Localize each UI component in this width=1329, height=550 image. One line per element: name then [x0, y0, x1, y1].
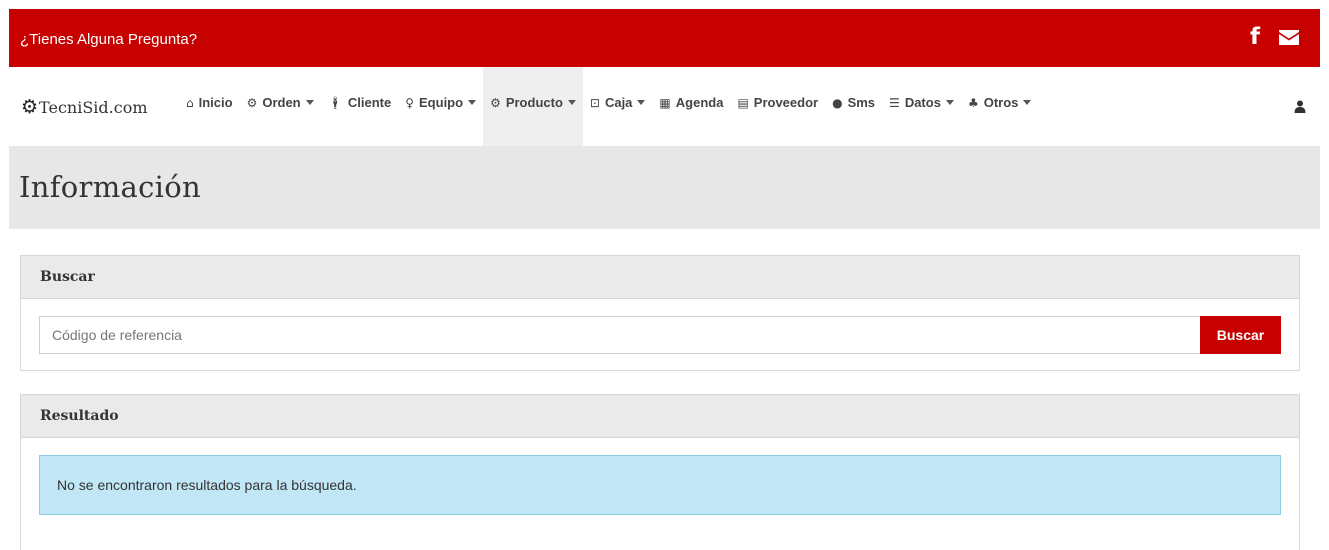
- nav-item-caja[interactable]: ⊡ Caja: [583, 67, 653, 146]
- nav-item-label: Otros: [983, 95, 1019, 110]
- list-icon: ☰: [889, 95, 900, 110]
- lightbulb-icon: ♀: [405, 95, 415, 110]
- result-panel-heading: Resultado: [21, 395, 1299, 438]
- building-icon: ▤: [737, 95, 749, 110]
- caret-down-icon: [945, 100, 954, 105]
- caret-down-icon: [1023, 100, 1032, 105]
- caret-down-icon: [305, 100, 314, 105]
- nav-item-label: Agenda: [675, 95, 724, 110]
- cog-icon: ⚙: [21, 96, 39, 118]
- nav-item-orden[interactable]: ⚙ Orden: [240, 67, 321, 146]
- nav-item-sms[interactable]: ● Sms: [825, 67, 882, 146]
- facebook-icon[interactable]: f: [1250, 25, 1260, 49]
- no-results-alert: No se encontraron resultados para la bús…: [39, 455, 1281, 515]
- nav-item-otros[interactable]: ♣ Otros: [961, 67, 1038, 146]
- search-form: Buscar: [39, 316, 1281, 354]
- nav-item-label: Caja: [604, 95, 633, 110]
- main-navbar: ⚙ TecniSid.com ⌂ Inicio ⚙ Orden 🕴︎ Clien…: [9, 67, 1320, 146]
- money-icon: ⊡: [589, 95, 600, 110]
- cogs-icon: ⚙: [490, 95, 501, 110]
- result-panel: Resultado No se encontraron resultados p…: [20, 394, 1300, 550]
- nav-menu: ⌂ Inicio ⚙ Orden 🕴︎ Cliente ♀ Equipo ⚙ P…: [179, 67, 1038, 146]
- page-title: Información: [19, 170, 201, 204]
- envelope-icon[interactable]: [1278, 29, 1300, 46]
- nav-item-agenda[interactable]: ▦ Agenda: [652, 67, 730, 146]
- nav-item-label: Datos: [904, 95, 941, 110]
- nav-item-proveedor[interactable]: ▤ Proveedor: [730, 67, 825, 146]
- caret-down-icon: [567, 100, 576, 105]
- top-contact-bar: ¿Tienes Alguna Pregunta? f: [9, 9, 1320, 67]
- brand-logo[interactable]: ⚙ TecniSid.com: [21, 96, 148, 118]
- person-icon: 🕴︎: [327, 95, 343, 110]
- nav-item-label: Cliente: [347, 95, 392, 110]
- calendar-icon: ▦: [659, 95, 671, 110]
- reference-code-input[interactable]: [39, 316, 1200, 354]
- nav-item-label: Producto: [505, 95, 563, 110]
- nav-item-datos[interactable]: ☰ Datos: [882, 67, 961, 146]
- sitemap-icon: ♣: [967, 95, 979, 110]
- brand-name: TecniSid.com: [39, 97, 148, 117]
- nav-item-producto[interactable]: ⚙ Producto: [483, 67, 583, 146]
- user-icon[interactable]: [1294, 100, 1306, 113]
- search-panel-heading: Buscar: [21, 256, 1299, 299]
- contact-question: ¿Tienes Alguna Pregunta?: [20, 31, 198, 48]
- search-panel: Buscar Buscar: [20, 255, 1300, 371]
- nav-item-label: Equipo: [419, 95, 464, 110]
- caret-down-icon: [637, 100, 646, 105]
- home-icon: ⌂: [186, 95, 194, 110]
- caret-down-icon: [468, 100, 477, 105]
- nav-item-cliente[interactable]: 🕴︎ Cliente: [321, 67, 399, 146]
- search-button[interactable]: Buscar: [1200, 316, 1281, 354]
- nav-item-equipo[interactable]: ♀ Equipo: [398, 67, 483, 146]
- cog-icon: ⚙: [246, 95, 258, 110]
- nav-item-label: Orden: [262, 95, 301, 110]
- comment-icon: ●: [832, 95, 843, 110]
- page-header: Información: [9, 146, 1320, 229]
- nav-item-label: Sms: [847, 95, 876, 110]
- social-links: f: [1250, 25, 1300, 49]
- nav-item-inicio[interactable]: ⌂ Inicio: [179, 67, 240, 146]
- nav-item-label: Proveedor: [753, 95, 819, 110]
- nav-item-label: Inicio: [198, 95, 233, 110]
